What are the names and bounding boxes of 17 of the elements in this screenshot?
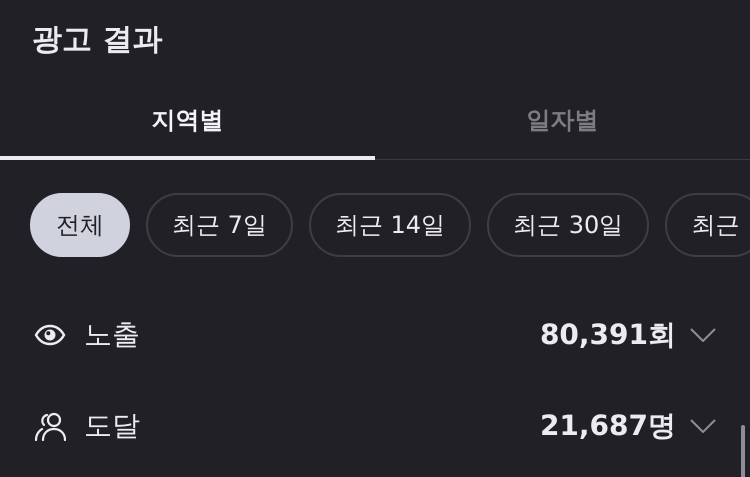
tab[interactable]: 지역별 bbox=[0, 92, 375, 160]
metric-value: 21,687명 bbox=[540, 408, 676, 444]
page-title: 광고 결과 bbox=[31, 21, 164, 59]
metric-label: 노출 bbox=[84, 316, 140, 352]
filter-chip[interactable]: 최근 7일 bbox=[146, 193, 293, 257]
filter-chip[interactable]: 최근 bbox=[665, 193, 750, 257]
chevron-icon[interactable] bbox=[690, 418, 716, 432]
chevron-icon[interactable] bbox=[690, 328, 716, 342]
eye-icon bbox=[34, 324, 66, 346]
filter-chip[interactable]: 최근 14일 bbox=[308, 193, 472, 257]
metric-label: 도달 bbox=[84, 408, 140, 444]
people-icon bbox=[34, 410, 66, 440]
metric-value: 80,391회 bbox=[540, 316, 676, 352]
filter-chip[interactable]: 최근 30일 bbox=[487, 193, 650, 257]
scrollbar[interactable] bbox=[741, 425, 745, 477]
tab[interactable]: 일자별 bbox=[375, 92, 750, 160]
filter-chip[interactable]: 전체 bbox=[30, 193, 130, 257]
